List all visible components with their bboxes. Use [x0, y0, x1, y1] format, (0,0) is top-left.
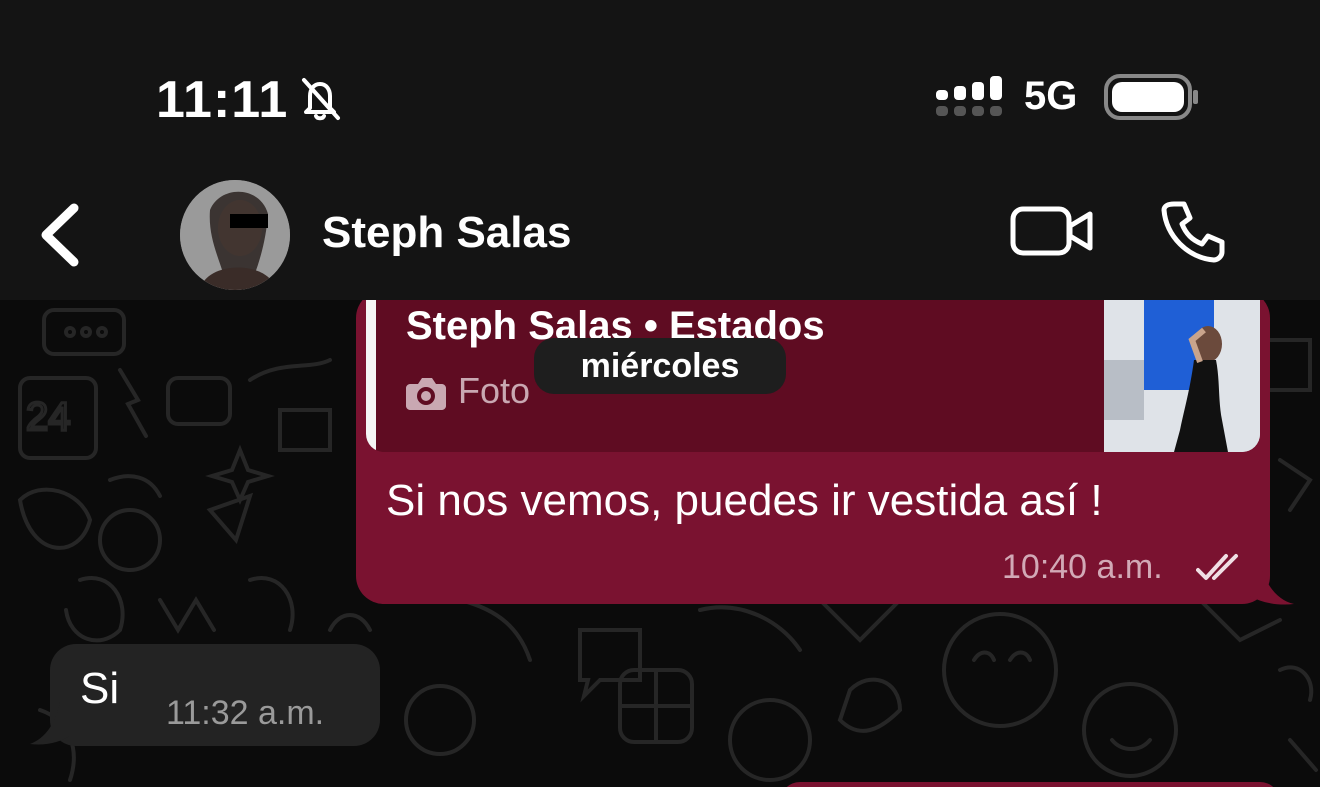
bubble-tail: [30, 702, 70, 745]
status-time: 11:11: [156, 71, 289, 129]
camera-icon: [406, 378, 446, 410]
chat-area[interactable]: 24 Steph Salas • Estados Foto miércoles …: [0, 300, 1320, 787]
quote-subtitle: Foto: [458, 370, 531, 411]
bell-slash-icon: [302, 78, 340, 121]
video-call-icon[interactable]: [1010, 204, 1094, 258]
outgoing-message-text: Si nos vemos, puedes ir vestida así !: [386, 476, 1103, 525]
day-separator: miércoles: [534, 338, 786, 394]
quote-accent-bar: [366, 300, 376, 452]
svg-text:24: 24: [26, 395, 71, 439]
status-thumbnail[interactable]: [1104, 300, 1260, 452]
chevron-left-icon[interactable]: [34, 200, 86, 270]
phone-icon[interactable]: [1160, 198, 1226, 264]
quoted-status-preview[interactable]: Steph Salas • Estados Foto: [366, 300, 1260, 452]
contact-name[interactable]: Steph Salas: [322, 208, 571, 258]
battery-icon: [1104, 74, 1198, 120]
bubble-tail: [1250, 562, 1294, 605]
double-check-icon: [1196, 554, 1238, 580]
outgoing-message-time: 10:40 a.m.: [1002, 548, 1163, 586]
incoming-message-time: 11:32 a.m.: [166, 694, 325, 732]
incoming-message-text: Si: [80, 664, 120, 713]
network-type: 5G: [1024, 74, 1078, 118]
signal-icon: [936, 76, 1002, 116]
next-outgoing-bubble: [780, 782, 1280, 787]
avatar[interactable]: [180, 180, 290, 290]
